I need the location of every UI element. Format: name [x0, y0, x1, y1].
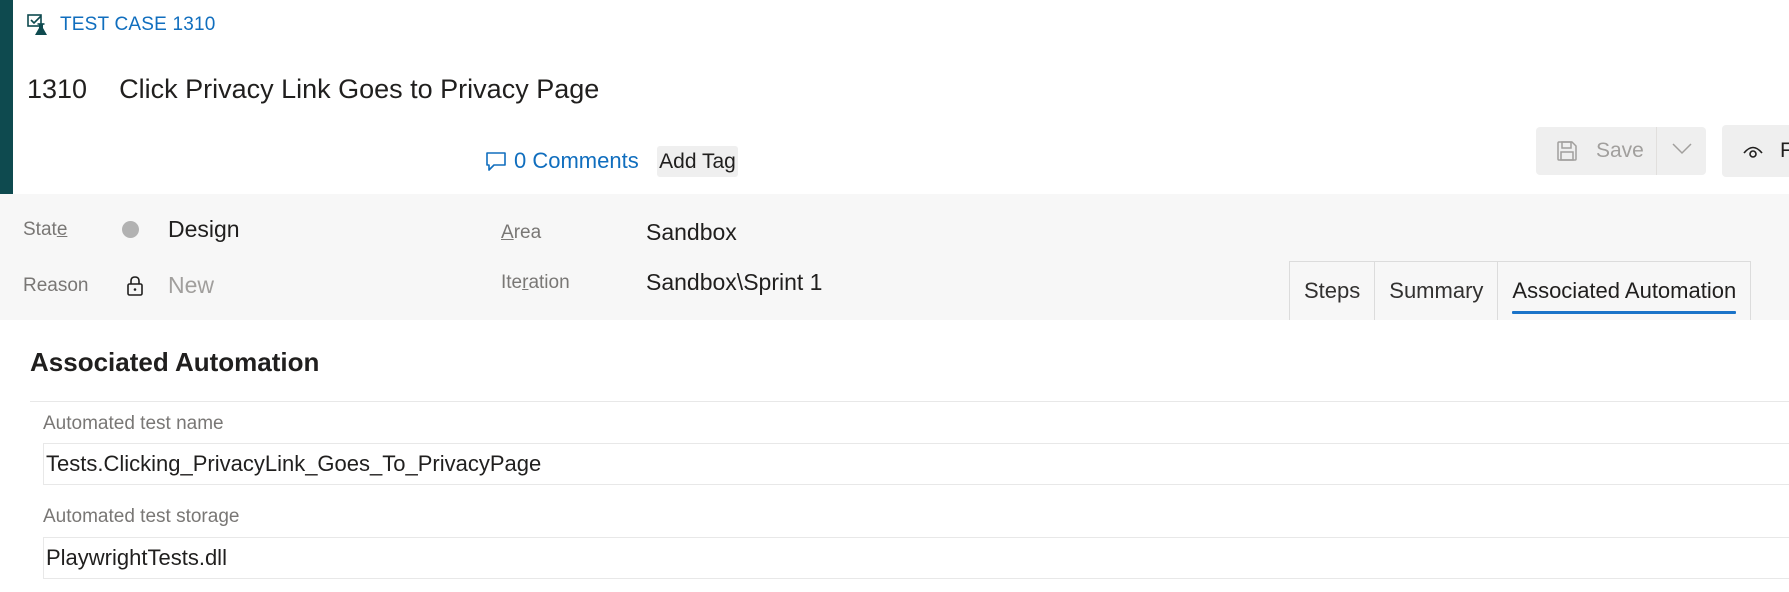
- iteration-label: Iteration: [501, 272, 570, 293]
- automated-test-name-field[interactable]: Tests.Clicking_PrivacyLink_Goes_To_Priva…: [43, 443, 1789, 485]
- test-case-icon: [27, 14, 48, 36]
- section-divider: [30, 401, 1789, 402]
- work-item-header: TEST CASE 1310 1310 Click Privacy Link G…: [13, 0, 1789, 194]
- work-item-tabs: Steps Summary Associated Automation: [1289, 261, 1752, 320]
- tab-associated-automation[interactable]: Associated Automation: [1497, 262, 1752, 320]
- automated-test-name-label: Automated test name: [43, 413, 224, 434]
- save-label: Save: [1596, 139, 1644, 162]
- reason-field[interactable]: New: [168, 272, 214, 299]
- comments-link[interactable]: 0 Comments: [485, 146, 639, 176]
- comment-icon: [485, 150, 507, 172]
- state-label: State: [23, 219, 68, 240]
- work-item-type: TEST CASE 1310: [27, 12, 216, 38]
- work-item-color-bar: [0, 0, 13, 194]
- tab-steps[interactable]: Steps: [1289, 262, 1374, 320]
- lock-icon: [125, 275, 145, 297]
- chevron-down-icon: [1671, 142, 1692, 160]
- save-options-dropdown[interactable]: [1657, 127, 1706, 175]
- follow-label: F: [1780, 139, 1789, 162]
- work-item-id: 1310: [27, 73, 88, 104]
- area-field[interactable]: Sandbox: [646, 219, 737, 246]
- work-item-type-label[interactable]: TEST CASE 1310: [60, 14, 216, 36]
- work-item-title[interactable]: Click Privacy Link Goes to Privacy Page: [119, 74, 599, 105]
- automated-test-storage-field[interactable]: PlaywrightTests.dll: [43, 537, 1789, 579]
- tab-summary[interactable]: Summary: [1374, 262, 1497, 320]
- section-title: Associated Automation: [30, 347, 320, 377]
- eye-icon: [1742, 140, 1764, 162]
- state-field[interactable]: Design: [168, 216, 240, 243]
- iteration-field[interactable]: Sandbox\Sprint 1: [646, 269, 822, 296]
- save-button-group: Save: [1536, 127, 1706, 175]
- reason-label: Reason: [23, 275, 89, 296]
- state-indicator-dot: [122, 221, 139, 238]
- area-label: Area: [501, 222, 542, 243]
- save-icon: [1556, 140, 1578, 162]
- title-row: 1310 Click Privacy Link Goes to Privacy …: [27, 70, 599, 108]
- save-button[interactable]: Save: [1536, 127, 1657, 175]
- automated-test-storage-label: Automated test storage: [43, 506, 240, 527]
- follow-button[interactable]: F: [1722, 125, 1789, 177]
- add-tag-button[interactable]: Add Tag: [657, 146, 738, 177]
- comments-label: 0 Comments: [514, 148, 639, 173]
